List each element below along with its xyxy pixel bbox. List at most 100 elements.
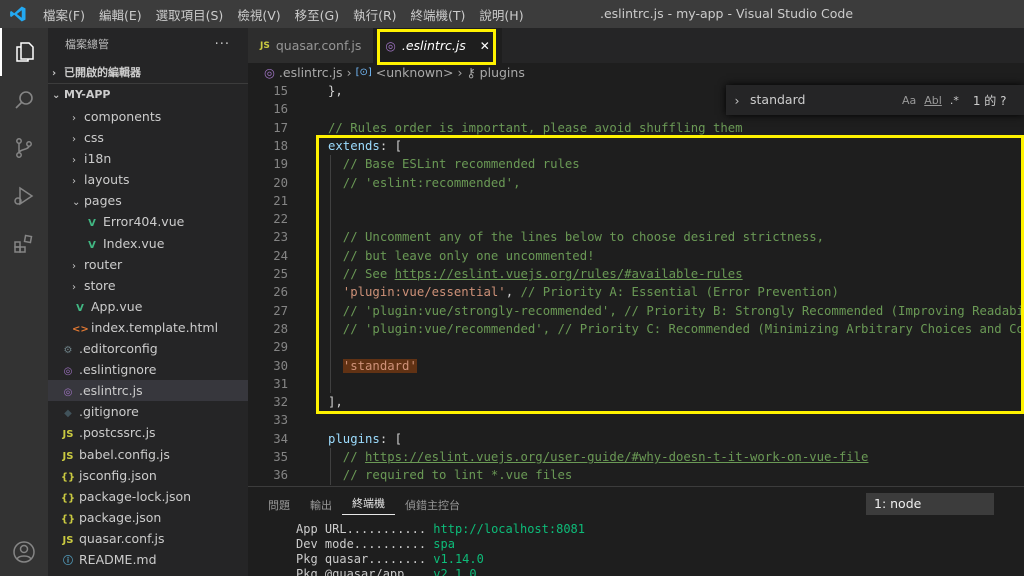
line-number: 35	[273, 450, 288, 464]
project-section[interactable]: ⌄ MY-APP	[48, 84, 248, 106]
menu-item[interactable]: 說明(H)	[472, 5, 530, 24]
more-actions-icon[interactable]: ···	[215, 28, 230, 62]
panel-tab[interactable]: 問題	[258, 497, 300, 513]
terminal-key: App URL...........	[296, 522, 427, 536]
breadcrumb-property[interactable]: plugins	[480, 63, 525, 82]
terminal-key: Pkg quasar........	[296, 552, 427, 566]
explorer-icon[interactable]	[0, 28, 48, 76]
breadcrumb-file[interactable]: .eslintrc.js	[279, 63, 343, 82]
eslint-file-icon: ◎	[264, 65, 275, 80]
breadcrumb-symbol[interactable]: <unknown>	[376, 63, 454, 82]
code-token: https://eslint.vuejs.org/user-guide/#why…	[365, 450, 869, 464]
match-case-icon[interactable]: Aa	[902, 94, 916, 107]
panel-tab[interactable]: 偵錯主控台	[395, 497, 470, 513]
panel-tab[interactable]: 終端機	[342, 495, 395, 515]
panel-tab[interactable]: 輸出	[300, 497, 342, 513]
code-token: //	[328, 450, 366, 464]
tree-item-router[interactable]: › router	[48, 254, 248, 275]
tab-quasar-conf[interactable]: JS quasar.conf.js	[248, 28, 374, 63]
tree-item-editorconfig[interactable]: ⚙ .editorconfig	[48, 338, 248, 359]
vue-file-icon: V	[88, 218, 96, 230]
menu-bar: 檔案(F) 編輯(E) 選取項目(S) 檢視(V) 移至(G) 執行(R) 終端機(T) 說明…	[36, 0, 531, 28]
run-debug-icon[interactable]	[0, 172, 48, 220]
vue-file-icon: V	[76, 302, 84, 314]
tree-item-label: i18n	[84, 151, 112, 167]
tree-item-error404-vue[interactable]: V Error404.vue	[48, 211, 248, 232]
code-line: plugins: [	[328, 432, 402, 446]
js-file-icon: JS	[260, 40, 270, 51]
line-number: 28	[273, 321, 288, 336]
json-file-icon: {}	[60, 471, 76, 483]
chevron-right-icon: ›	[52, 68, 57, 79]
tree-item-label: index.template.html	[91, 319, 219, 335]
tree-item-jsconfig-json[interactable]: {} jsconfig.json	[48, 465, 248, 486]
code-line: // required to lint *.vue files	[328, 468, 573, 482]
chevron-right-icon: ›	[72, 134, 76, 146]
extensions-icon[interactable]	[0, 220, 48, 268]
account-icon[interactable]	[0, 528, 48, 576]
editor-tabs: JS quasar.conf.js ◎ .eslintrc.js ✕	[248, 28, 1024, 63]
tree-item-label: Error404.vue	[103, 214, 185, 230]
chevron-right-icon: ›	[72, 155, 76, 167]
eslint-file-icon: ◎	[63, 387, 73, 399]
tree-item-package-lock-json[interactable]: {} package-lock.json	[48, 486, 248, 507]
html-file-icon: <>	[72, 323, 89, 335]
tree-item-label: components	[84, 109, 162, 124]
js-file-icon: JS	[62, 534, 74, 546]
tree-item-eslintignore[interactable]: ◎ .eslintignore	[48, 359, 248, 380]
line-number: 36	[273, 468, 288, 483]
tree-item-i18n[interactable]: › i18n	[48, 148, 248, 169]
find-input[interactable]: standard	[748, 89, 898, 111]
code-line: // https://eslint.vuejs.org/user-guide/#…	[328, 450, 869, 464]
chevron-right-icon: ›	[457, 65, 463, 80]
menu-item[interactable]: 終端機(T)	[404, 5, 473, 24]
menu-item[interactable]: 檢視(V)	[230, 5, 287, 24]
info-icon: ⓘ	[63, 555, 73, 567]
tree-item-layouts[interactable]: › layouts	[48, 169, 248, 190]
tree-item-label: .eslintignore	[79, 362, 157, 378]
chevron-right-icon: ›	[346, 65, 352, 80]
menu-item[interactable]: 檔案(F)	[36, 5, 92, 24]
find-widget: › standard Aa Abl .* 1 的 ?	[726, 85, 1024, 115]
tree-item-readme-md[interactable]: ⓘ README.md	[48, 549, 248, 570]
toggle-replace-icon[interactable]: ›	[726, 93, 748, 108]
menu-item[interactable]: 編輯(E)	[92, 5, 149, 24]
tree-item-components[interactable]: › components	[48, 106, 248, 127]
whole-word-icon[interactable]: Abl	[924, 94, 942, 107]
terminal-select[interactable]: 1: node	[866, 493, 994, 515]
tree-item-label: .postcssrc.js	[79, 425, 156, 441]
line-number: 32	[273, 395, 288, 410]
menu-item[interactable]: 執行(R)	[346, 5, 403, 24]
tree-item-label: jsconfig.json	[79, 467, 157, 483]
tree-item-css[interactable]: › css	[48, 127, 248, 148]
menu-item[interactable]: 選取項目(S)	[149, 5, 231, 24]
tree-item-quasar-conf-js[interactable]: JS quasar.conf.js	[48, 528, 248, 549]
tree-item-gitignore[interactable]: ◆ .gitignore	[48, 401, 248, 422]
terminal-key: Dev mode..........	[296, 537, 427, 551]
tree-item-eslintrc-js[interactable]: ◎ .eslintrc.js	[48, 380, 248, 402]
tree-item-package-json[interactable]: {} package.json	[48, 507, 248, 528]
open-editors-section[interactable]: › 已開啟的編輯器	[48, 62, 248, 84]
source-control-icon[interactable]	[0, 124, 48, 172]
chevron-down-icon: ⌄	[72, 197, 81, 209]
tree-item-index-vue[interactable]: V Index.vue	[48, 233, 248, 254]
tree-item-store[interactable]: › store	[48, 275, 248, 296]
terminal-output[interactable]: App URL........... http://localhost:8081…	[248, 522, 1024, 576]
search-icon[interactable]	[0, 76, 48, 124]
tree-item-label: babel.config.js	[79, 446, 170, 462]
tree-item-label: store	[84, 277, 116, 293]
tree-item-pages[interactable]: ⌄ pages	[48, 190, 248, 211]
menu-item[interactable]: 移至(G)	[288, 5, 346, 24]
line-number: 19	[273, 157, 288, 172]
line-number: 27	[273, 303, 288, 318]
tree-item-index-template-html[interactable]: <> index.template.html	[48, 317, 248, 338]
line-number: 17	[273, 120, 288, 135]
js-file-icon: JS	[62, 450, 74, 462]
tree-item-app-vue[interactable]: V App.vue	[48, 296, 248, 317]
terminal-line: Pkg @quasar/app... v2.1.0	[296, 567, 1024, 576]
tree-item-postcssrc-js[interactable]: JS .postcssrc.js	[48, 422, 248, 443]
tree-item-label: package.json	[79, 509, 162, 525]
tree-item-babel-config-js[interactable]: JS babel.config.js	[48, 444, 248, 465]
regex-icon[interactable]: .*	[950, 94, 959, 107]
chevron-right-icon: ›	[72, 281, 76, 293]
